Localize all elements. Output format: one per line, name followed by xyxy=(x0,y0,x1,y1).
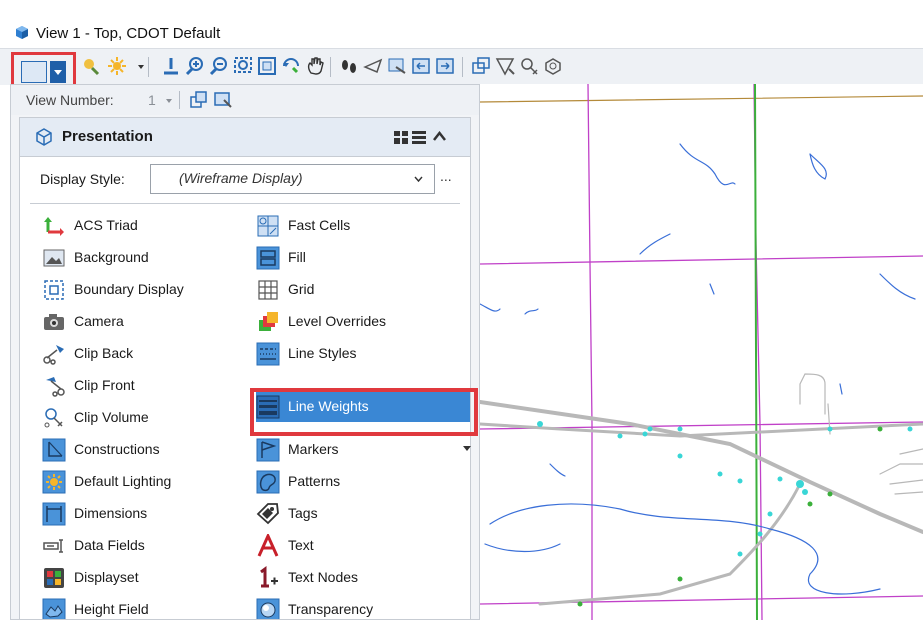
view-toolbar xyxy=(0,48,923,87)
camera-icon[interactable] xyxy=(542,55,564,77)
clip-mask-icon[interactable] xyxy=(518,55,540,77)
presentation-item-clip-volume[interactable]: Clip Volume xyxy=(42,403,252,433)
view-number-select[interactable]: 1 xyxy=(148,92,156,108)
default-lighting-icon xyxy=(42,470,66,494)
text-nodes-icon xyxy=(256,566,280,590)
view-display-properties-button[interactable] xyxy=(11,52,76,87)
clip-volume-icon[interactable] xyxy=(494,55,516,77)
presentation-item-patterns[interactable]: Patterns xyxy=(256,467,466,497)
presentation-item-text[interactable]: Text xyxy=(256,531,466,561)
view-number-bar: View Number: 1 xyxy=(11,85,479,115)
presentation-item-level-overrides[interactable]: Level Overrides xyxy=(256,307,466,337)
background-icon xyxy=(42,246,66,270)
clip-volume-icon xyxy=(42,406,66,430)
fill-icon xyxy=(256,246,280,270)
presentation-item-transparency[interactable]: Transparency xyxy=(256,595,466,619)
transparency-icon xyxy=(256,598,280,619)
display-style-label: Display Style: xyxy=(40,171,125,187)
view-number-label: View Number: xyxy=(26,92,114,108)
display-style-more-button[interactable]: ... xyxy=(440,168,452,184)
presentation-item-tags[interactable]: Tags xyxy=(256,499,466,529)
change-view-perspective-icon[interactable] xyxy=(434,55,456,77)
presentation-item-markers[interactable]: Markers xyxy=(256,435,466,465)
walk-icon[interactable] xyxy=(338,55,360,77)
line-weights-highlight xyxy=(250,388,478,436)
presentation-item-displayset[interactable]: Displayset xyxy=(42,563,252,593)
zoom-in-icon[interactable] xyxy=(184,55,206,77)
copy-view-icon[interactable] xyxy=(410,55,432,77)
window-area-icon[interactable] xyxy=(232,55,254,77)
view-settings-icon[interactable] xyxy=(213,90,233,110)
markers-icon xyxy=(256,438,280,462)
display-style-select[interactable]: (Wireframe Display) xyxy=(150,164,435,194)
camera-icon xyxy=(42,310,66,334)
chevron-up-icon[interactable] xyxy=(433,131,446,141)
presentation-item-clip-back[interactable]: Clip Back xyxy=(42,339,252,369)
presentation-item-height-field[interactable]: Height Field xyxy=(42,595,252,619)
list-view-icon[interactable] xyxy=(412,131,426,144)
view-attributes-icon[interactable] xyxy=(80,55,102,77)
line-styles-icon xyxy=(256,342,280,366)
view-window-icon xyxy=(16,26,28,39)
fit-view-icon[interactable] xyxy=(256,55,278,77)
presentation-item-dimensions[interactable]: Dimensions xyxy=(42,499,252,529)
view-previous-icon[interactable] xyxy=(362,55,384,77)
title-bar: View 1 - Top, CDOT Default xyxy=(0,20,923,48)
presentation-item-text-nodes[interactable]: Text Nodes xyxy=(256,563,466,593)
chevron-down-icon[interactable] xyxy=(130,55,144,77)
dimensions-icon xyxy=(42,502,66,526)
acs-triad-icon xyxy=(42,214,66,238)
zoom-out-icon[interactable] xyxy=(208,55,230,77)
display-style-value: (Wireframe Display) xyxy=(179,170,303,186)
presentation-item-line-styles[interactable]: Line Styles xyxy=(256,339,466,369)
data-fields-icon xyxy=(42,534,66,558)
tags-icon xyxy=(256,502,280,526)
presentation-item-fill[interactable]: Fill xyxy=(256,243,466,273)
view-next-icon[interactable] xyxy=(386,55,408,77)
lighting-icon[interactable] xyxy=(106,55,128,77)
rotate-view-icon[interactable] xyxy=(280,55,302,77)
grid-icon xyxy=(256,278,280,302)
presentation-item-fast-cells[interactable]: Fast Cells xyxy=(256,211,466,241)
text-icon xyxy=(256,534,280,558)
constructions-icon xyxy=(42,438,66,462)
pan-view-icon[interactable] xyxy=(304,55,326,77)
clip-back-icon xyxy=(42,342,66,366)
view-layout-icon[interactable] xyxy=(470,55,492,77)
level-overrides-icon xyxy=(256,310,280,334)
presentation-title: Presentation xyxy=(62,128,153,145)
update-view-icon[interactable] xyxy=(160,55,182,77)
presentation-item-acs-triad[interactable]: ACS Triad xyxy=(42,211,252,241)
view-window: View 1 - Top, CDOT Default View Number: … xyxy=(0,0,923,620)
chevron-down-icon[interactable] xyxy=(50,61,66,83)
presentation-item-background[interactable]: Background xyxy=(42,243,252,273)
cube-icon xyxy=(36,128,52,146)
presentation-item-boundary-display[interactable]: Boundary Display xyxy=(42,275,252,305)
clip-front-icon xyxy=(42,374,66,398)
presentation-item-default-lighting[interactable]: Default Lighting xyxy=(42,467,252,497)
presentation-section: Presentation Display Style: (Wireframe D… xyxy=(19,117,478,619)
boundary-display-icon xyxy=(42,278,66,302)
presentation-item-camera[interactable]: Camera xyxy=(42,307,252,337)
presentation-item-constructions[interactable]: Constructions xyxy=(42,435,252,465)
patterns-icon xyxy=(256,470,280,494)
presentation-item-clip-front[interactable]: Clip Front xyxy=(42,371,252,401)
grid-view-icon[interactable] xyxy=(394,131,408,144)
chevron-down-icon[interactable] xyxy=(166,99,172,103)
chevron-down-icon xyxy=(414,176,423,183)
height-field-icon xyxy=(42,598,66,619)
presentation-item-grid[interactable]: Grid xyxy=(256,275,466,305)
view-display-properties-icon xyxy=(21,61,47,83)
view-display-properties-panel: View Number: 1 Presentation Display Styl… xyxy=(10,84,480,620)
map-viewport[interactable] xyxy=(480,84,923,620)
presentation-header[interactable]: Presentation xyxy=(20,118,470,157)
copy-view-icon[interactable] xyxy=(189,90,209,110)
presentation-item-data-fields[interactable]: Data Fields xyxy=(42,531,252,561)
fast-cells-icon xyxy=(256,214,280,238)
window-title: View 1 - Top, CDOT Default xyxy=(36,25,221,42)
markers-dropdown-icon[interactable] xyxy=(463,446,471,451)
displayset-icon xyxy=(42,566,66,590)
